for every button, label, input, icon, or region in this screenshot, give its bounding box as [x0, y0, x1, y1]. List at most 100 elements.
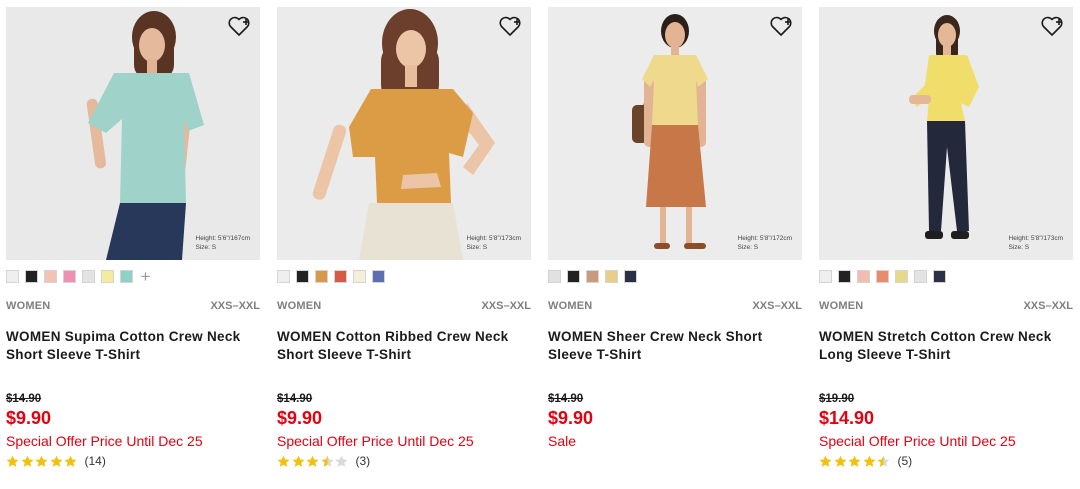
- rating-stars: [277, 455, 350, 468]
- model-measurements: Height: 5'8"/173cm Size: S: [1009, 234, 1064, 252]
- promo-label: Special Offer Price Until Dec 25: [819, 433, 1016, 449]
- star-icon: [863, 455, 875, 467]
- review-count: (14): [84, 454, 106, 468]
- star-icon: [6, 455, 19, 467]
- add-to-wishlist-heart-icon[interactable]: [1039, 13, 1065, 39]
- add-to-wishlist-heart-icon[interactable]: [768, 13, 794, 39]
- star-icon: [21, 455, 33, 467]
- color-swatch[interactable]: [63, 270, 76, 283]
- color-swatches: +: [6, 268, 152, 285]
- star-icon: [877, 455, 890, 467]
- add-to-wishlist-heart-icon[interactable]: [226, 13, 252, 39]
- product-gender: WOMEN: [548, 300, 593, 312]
- color-swatch[interactable]: [857, 270, 870, 283]
- color-swatch[interactable]: [334, 270, 347, 283]
- star-icon: [834, 455, 846, 467]
- sale-price: $9.90: [277, 408, 323, 428]
- color-swatches: [819, 269, 946, 284]
- color-swatch[interactable]: [101, 270, 114, 283]
- star-icon: [819, 455, 832, 467]
- product-card[interactable]: Height: 5'8"/172cm Size: S WOMEN XXS–XXL…: [548, 0, 802, 489]
- model-measurements: Height: 5'6"/167cm Size: S: [196, 234, 251, 252]
- color-swatch[interactable]: [548, 270, 561, 283]
- color-swatch[interactable]: [876, 270, 889, 283]
- product-gender: WOMEN: [819, 300, 864, 312]
- color-swatch[interactable]: [567, 270, 580, 283]
- star-icon: [50, 455, 62, 467]
- color-swatches: [548, 269, 637, 284]
- original-price: $14.90: [277, 393, 313, 405]
- star-icon: [35, 455, 48, 467]
- product-image[interactable]: Height: 5'8"/172cm Size: S: [548, 7, 802, 260]
- model-size: Size: S: [1008, 244, 1030, 251]
- product-gender: WOMEN: [277, 300, 322, 312]
- star-rating: (3): [277, 453, 370, 469]
- model-height: Height: 5'6"/167cm: [195, 235, 251, 242]
- star-icon: [321, 455, 333, 467]
- product-card[interactable]: Height: 5'6"/167cm Size: S + WOMEN XXS–X…: [6, 0, 260, 489]
- star-icon: [848, 455, 861, 467]
- color-swatch[interactable]: [914, 270, 927, 283]
- color-swatch[interactable]: [315, 270, 328, 283]
- color-swatch[interactable]: [353, 270, 366, 283]
- add-to-wishlist-heart-icon[interactable]: [497, 13, 523, 39]
- model-height: Height: 5'8"/173cm: [1008, 235, 1064, 242]
- model-size: Size: S: [195, 244, 217, 251]
- star-icon: [306, 455, 319, 467]
- color-swatch[interactable]: [6, 270, 19, 283]
- star-icon: [292, 455, 304, 467]
- rating-stars: [819, 455, 892, 468]
- review-count: (5): [897, 454, 913, 468]
- model-height: Height: 5'8"/173cm: [466, 235, 522, 242]
- product-card[interactable]: Height: 5'8"/173cm Size: S WOMEN XXS–XXL…: [277, 0, 531, 489]
- product-gender: WOMEN: [6, 300, 51, 312]
- product-grid: Height: 5'6"/167cm Size: S + WOMEN XXS–X…: [0, 0, 1080, 489]
- color-swatch[interactable]: [895, 270, 908, 283]
- product-card[interactable]: Height: 5'8"/173cm Size: S WOMEN XXS–XXL…: [819, 0, 1073, 489]
- promo-label: Sale: [548, 433, 577, 449]
- sale-price: $9.90: [6, 408, 52, 428]
- product-name[interactable]: WOMEN Stretch Cotton Crew Neck Long Slee…: [819, 328, 1069, 364]
- sale-price: $14.90: [819, 408, 875, 428]
- size-range: XXS–XXL: [210, 300, 260, 312]
- star-icon: [335, 455, 348, 467]
- more-colors-plus-icon[interactable]: +: [139, 268, 152, 285]
- product-name[interactable]: WOMEN Sheer Crew Neck Short Sleeve T-Shi…: [548, 328, 798, 364]
- sale-price: $9.90: [548, 408, 594, 428]
- color-swatches: [277, 269, 385, 284]
- model-measurements: Height: 5'8"/172cm Size: S: [738, 234, 793, 252]
- color-swatch[interactable]: [605, 270, 618, 283]
- original-price: $19.90: [819, 393, 855, 405]
- color-swatch[interactable]: [277, 270, 290, 283]
- size-range: XXS–XXL: [481, 300, 531, 312]
- product-name[interactable]: WOMEN Cotton Ribbed Crew Neck Short Slee…: [277, 328, 527, 364]
- product-image[interactable]: Height: 5'8"/173cm Size: S: [277, 7, 531, 260]
- original-price: $14.90: [548, 393, 584, 405]
- color-swatch[interactable]: [296, 270, 309, 283]
- model-height: Height: 5'8"/172cm: [737, 235, 793, 242]
- color-swatch[interactable]: [82, 270, 95, 283]
- color-swatch[interactable]: [586, 270, 599, 283]
- color-swatch[interactable]: [624, 270, 637, 283]
- size-range: XXS–XXL: [1023, 300, 1073, 312]
- color-swatch[interactable]: [838, 270, 851, 283]
- promo-label: Special Offer Price Until Dec 25: [277, 433, 474, 449]
- star-icon: [64, 455, 77, 467]
- color-swatch[interactable]: [372, 270, 385, 283]
- star-rating: (5): [819, 453, 912, 469]
- review-count: (3): [355, 454, 371, 468]
- color-swatch[interactable]: [933, 270, 946, 283]
- star-rating: (14): [6, 453, 106, 469]
- rating-stars: [6, 455, 79, 468]
- color-swatch[interactable]: [819, 270, 832, 283]
- model-size: Size: S: [466, 244, 488, 251]
- color-swatch[interactable]: [120, 270, 133, 283]
- color-swatch[interactable]: [44, 270, 57, 283]
- product-image[interactable]: Height: 5'8"/173cm Size: S: [819, 7, 1073, 260]
- product-image[interactable]: Height: 5'6"/167cm Size: S: [6, 7, 260, 260]
- product-name[interactable]: WOMEN Supima Cotton Crew Neck Short Slee…: [6, 328, 256, 364]
- color-swatch[interactable]: [25, 270, 38, 283]
- star-icon: [277, 455, 290, 467]
- model-size: Size: S: [737, 244, 759, 251]
- promo-label: Special Offer Price Until Dec 25: [6, 433, 203, 449]
